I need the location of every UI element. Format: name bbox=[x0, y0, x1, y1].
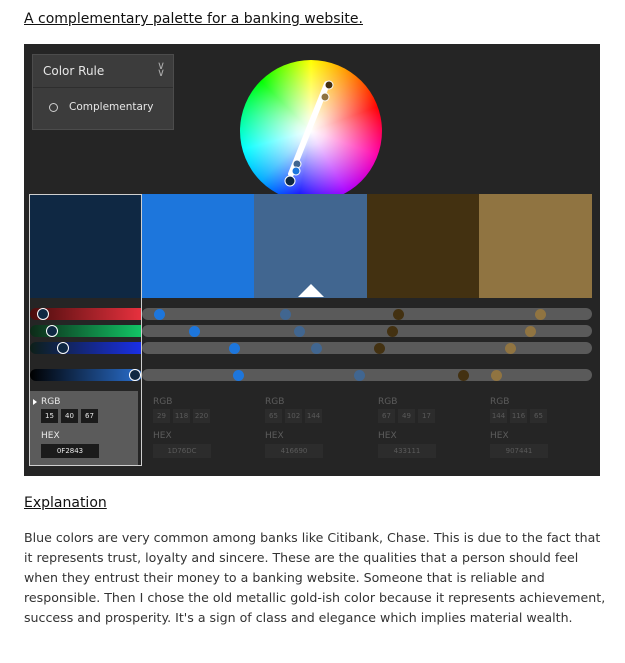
rgb-g-field[interactable]: 102 bbox=[285, 409, 302, 423]
wheel-marker[interactable] bbox=[324, 80, 334, 90]
slider-knob[interactable] bbox=[535, 309, 546, 320]
rgb-g-field[interactable]: 49 bbox=[398, 409, 415, 423]
rgb-label: RGB bbox=[265, 397, 285, 407]
rgb-r-field[interactable]: 144 bbox=[490, 409, 507, 423]
slider-knob[interactable] bbox=[229, 343, 240, 354]
color-values-5: RGB 144 116 65 HEX 907441 bbox=[479, 391, 587, 466]
hex-label: HEX bbox=[265, 431, 284, 441]
slider-knob[interactable] bbox=[458, 370, 469, 381]
rgb-label: RGB bbox=[41, 397, 61, 407]
slider-knob[interactable] bbox=[387, 326, 398, 337]
rgb-r-field[interactable]: 29 bbox=[153, 409, 170, 423]
slider-track-brightness[interactable] bbox=[142, 369, 592, 381]
slider-knob[interactable] bbox=[525, 326, 536, 337]
rgb-b-field[interactable]: 67 bbox=[81, 409, 98, 423]
rgb-b-field[interactable]: 144 bbox=[305, 409, 322, 423]
rgb-b-field[interactable]: 220 bbox=[193, 409, 210, 423]
rgb-r-field[interactable]: 67 bbox=[378, 409, 395, 423]
rgb-label: RGB bbox=[153, 397, 173, 407]
explanation-text: Blue colors are very common among banks … bbox=[24, 530, 606, 625]
rgb-g-field[interactable]: 118 bbox=[173, 409, 190, 423]
slider-knob[interactable] bbox=[233, 370, 244, 381]
rule-option-label: Complementary bbox=[69, 101, 154, 113]
color-rule-title: Color Rule bbox=[43, 64, 105, 78]
slider-track-blue[interactable] bbox=[142, 342, 592, 354]
hex-label: HEX bbox=[378, 431, 397, 441]
hex-field[interactable]: 1D76DC bbox=[153, 444, 211, 458]
swatch-2[interactable] bbox=[142, 194, 254, 298]
rgb-g-field[interactable]: 40 bbox=[61, 409, 78, 423]
chevron-down-icon[interactable]: ∨ ∨ bbox=[157, 60, 165, 78]
rgb-g-field[interactable]: 116 bbox=[510, 409, 527, 423]
slider-knob[interactable] bbox=[505, 343, 516, 354]
color-tool: Color Rule ∨ ∨ Complementary RGB 15 40 6… bbox=[24, 44, 600, 476]
rgb-label: RGB bbox=[490, 397, 510, 407]
wheel-marker[interactable] bbox=[291, 166, 301, 176]
swatch-1[interactable] bbox=[30, 194, 142, 298]
rgb-label: RGB bbox=[378, 397, 398, 407]
slider-knob[interactable] bbox=[294, 326, 305, 337]
slider-knob[interactable] bbox=[393, 309, 404, 320]
slider-knob-green[interactable] bbox=[46, 325, 58, 337]
slider-brightness[interactable] bbox=[30, 369, 142, 381]
slider-knob[interactable] bbox=[189, 326, 200, 337]
color-values-3: RGB 65 102 144 HEX 416690 bbox=[254, 391, 362, 466]
color-values-4: RGB 67 49 17 HEX 433111 bbox=[367, 391, 475, 466]
base-color-marker bbox=[298, 284, 324, 297]
slider-knob-blue[interactable] bbox=[57, 342, 69, 354]
wheel-handles bbox=[284, 80, 334, 187]
color-rule-panel: Color Rule ∨ ∨ Complementary bbox=[32, 54, 174, 130]
slider-knob[interactable] bbox=[491, 370, 502, 381]
color-values-1: RGB 15 40 67 HEX 0F2843 bbox=[30, 391, 138, 466]
slider-knob[interactable] bbox=[280, 309, 291, 320]
hex-field[interactable]: 433111 bbox=[378, 444, 436, 458]
page-title: A complementary palette for a banking we… bbox=[24, 11, 363, 27]
slider-knob[interactable] bbox=[311, 343, 322, 354]
color-wheel[interactable] bbox=[240, 60, 382, 202]
slider-track-red[interactable] bbox=[142, 308, 592, 320]
rgb-r-field[interactable]: 15 bbox=[41, 409, 58, 423]
wheel-marker-base[interactable] bbox=[284, 175, 296, 187]
color-rule-header[interactable]: Color Rule ∨ ∨ bbox=[33, 55, 173, 88]
hex-field[interactable]: 416690 bbox=[265, 444, 323, 458]
color-values-2: RGB 29 118 220 HEX 1D76DC bbox=[142, 391, 250, 466]
caret-right-icon bbox=[33, 399, 37, 405]
slider-blue[interactable] bbox=[30, 342, 142, 354]
hex-label: HEX bbox=[153, 431, 172, 441]
swatch-4[interactable] bbox=[367, 194, 479, 298]
slider-knob[interactable] bbox=[154, 309, 165, 320]
hex-field[interactable]: 907441 bbox=[490, 444, 548, 458]
explanation-title: Explanation bbox=[24, 495, 107, 511]
hex-label: HEX bbox=[490, 431, 509, 441]
hex-label: HEX bbox=[41, 431, 60, 441]
slider-knob-brightness[interactable] bbox=[129, 369, 141, 381]
slider-knob[interactable] bbox=[354, 370, 365, 381]
radio-icon[interactable] bbox=[49, 103, 58, 112]
swatch-3[interactable] bbox=[254, 194, 367, 298]
slider-knob[interactable] bbox=[374, 343, 385, 354]
swatch-5[interactable] bbox=[479, 194, 592, 298]
hex-field[interactable]: 0F2843 bbox=[41, 444, 99, 458]
wheel-marker[interactable] bbox=[320, 92, 330, 102]
slider-knob-red[interactable] bbox=[37, 308, 49, 320]
rgb-b-field[interactable]: 65 bbox=[530, 409, 547, 423]
rgb-r-field[interactable]: 65 bbox=[265, 409, 282, 423]
rgb-b-field[interactable]: 17 bbox=[418, 409, 435, 423]
